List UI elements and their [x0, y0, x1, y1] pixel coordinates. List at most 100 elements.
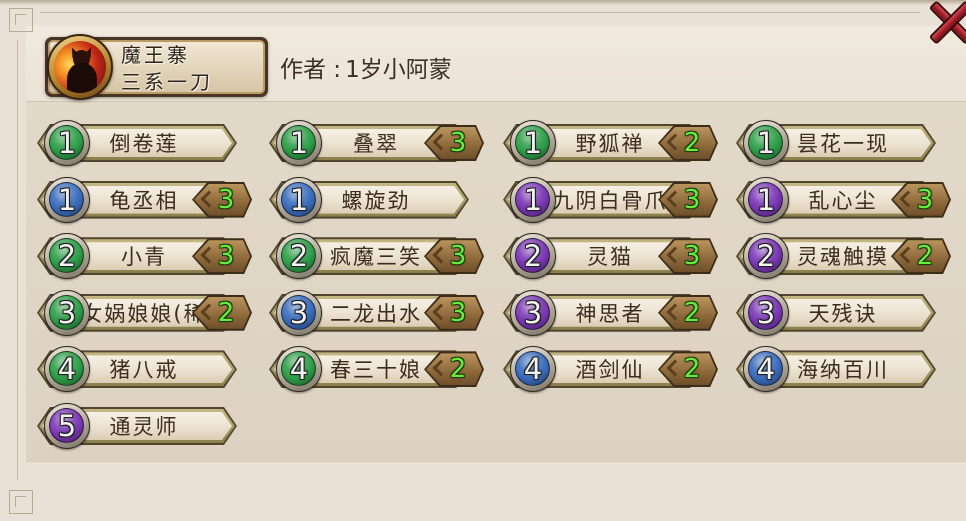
card-count: 3 — [683, 241, 701, 272]
corner-ornament-inner — [15, 14, 26, 25]
card-entry[interactable]: 龟丞相 1 3 — [35, 172, 255, 229]
card-entry[interactable]: 海纳百川 4 — [734, 341, 954, 398]
cost-gem: 2 — [44, 233, 90, 280]
card-name: 猪八戒 — [89, 350, 197, 388]
cost-gem: 1 — [510, 176, 556, 223]
author-label: 作者 : — [280, 57, 342, 83]
card-entry[interactable]: 小青 2 3 — [35, 228, 255, 285]
card-name: 酒剑仙 — [555, 350, 663, 388]
close-icon — [926, 0, 966, 46]
card-name-text: 酒剑仙 — [575, 358, 645, 383]
cost-gem: 4 — [44, 346, 90, 393]
card-entry[interactable]: 酒剑仙 4 2 — [501, 341, 721, 398]
card-entry[interactable]: 灵猫 2 3 — [501, 228, 721, 285]
card-count: 2 — [683, 128, 701, 158]
card-name-text: 猪八戒 — [109, 358, 179, 383]
cost-gem: 5 — [44, 402, 90, 449]
card-entry[interactable]: 野狐禅 1 2 — [501, 115, 721, 172]
cost-value: 2 — [57, 239, 77, 274]
cost-gem: 3 — [743, 289, 789, 336]
card-name: 倒卷莲 — [89, 124, 197, 162]
card-name: 春三十娘 — [321, 350, 429, 388]
card-name: 九阴白骨爪 — [553, 181, 666, 219]
card-entry[interactable]: 乱心尘 1 3 — [734, 172, 954, 229]
card-name-text: 螺旋劲 — [341, 188, 411, 213]
cost-value: 5 — [57, 408, 77, 443]
card-name: 小青 — [89, 237, 197, 275]
close-button[interactable] — [926, 0, 966, 46]
card-entry[interactable]: 女娲娘娘(稀 3 2 — [35, 285, 255, 342]
cost-gem: 3 — [44, 289, 90, 336]
card-name-text: 野狐禅 — [575, 132, 645, 156]
corner-ornament-inner — [15, 496, 26, 507]
card-count: 3 — [449, 128, 467, 158]
cost-gem: 1 — [44, 176, 90, 223]
cost-value: 3 — [57, 295, 77, 330]
window-top-edge — [0, 0, 966, 5]
card-count: 2 — [683, 297, 701, 328]
card-name: 昙花一现 — [788, 124, 896, 162]
cost-value: 1 — [756, 126, 776, 160]
card-name-text: 乱心尘 — [808, 188, 878, 213]
card-name-text: 通灵师 — [109, 414, 179, 439]
card-entry[interactable]: 天残诀 3 — [734, 285, 954, 342]
card-name: 叠翠 — [321, 124, 429, 162]
cost-gem: 1 — [743, 120, 789, 166]
cost-value: 1 — [756, 182, 776, 217]
card-entry[interactable]: 神思者 3 2 — [501, 285, 721, 342]
card-entry[interactable]: 疯魔三笑 2 3 — [267, 228, 487, 285]
cost-value: 1 — [289, 126, 309, 160]
card-count: 3 — [217, 241, 235, 272]
author-line: 作者 : 1岁小阿蒙 — [280, 51, 452, 83]
cost-gem: 3 — [510, 289, 556, 336]
hero-portrait — [47, 34, 113, 100]
card-name-text: 龟丞相 — [109, 188, 179, 213]
card-name-text: 女娲娘娘(稀 — [81, 301, 207, 326]
card-count: 2 — [449, 354, 467, 385]
frame-line-top — [40, 12, 920, 13]
card-count: 2 — [683, 354, 701, 385]
card-entry[interactable]: 通灵师 5 — [35, 398, 255, 455]
author-name: 1岁小阿蒙 — [345, 57, 452, 83]
card-entry[interactable]: 螺旋劲 1 — [267, 172, 487, 229]
cost-value: 4 — [289, 352, 309, 387]
card-count: 3 — [217, 184, 235, 215]
card-name: 灵猫 — [555, 237, 663, 275]
cost-value: 1 — [523, 126, 543, 160]
card-name-text: 昙花一现 — [797, 132, 889, 156]
card-name: 海纳百川 — [788, 350, 896, 388]
frame-line-left — [17, 40, 18, 480]
card-name-text: 倒卷莲 — [109, 132, 179, 156]
deck-detail-window: 魔王寨 三系一刀 作者 : 1岁小阿蒙 倒卷莲 1 叠翠 1 3 野狐禅 1 2 昙花一现 1 龟丞… — [0, 0, 966, 521]
cost-value: 4 — [756, 352, 776, 387]
cost-value: 3 — [289, 295, 309, 330]
cost-gem: 2 — [743, 233, 789, 280]
card-name-text: 春三十娘 — [330, 358, 422, 383]
card-entry[interactable]: 九阴白骨爪 1 3 — [501, 172, 721, 229]
card-name: 二龙出水 — [321, 294, 429, 332]
card-name: 乱心尘 — [788, 181, 896, 219]
card-entry[interactable]: 猪八戒 4 — [35, 341, 255, 398]
card-name-text: 疯魔三笑 — [330, 245, 422, 270]
card-name-text: 神思者 — [575, 301, 645, 326]
card-count: 2 — [916, 241, 934, 272]
card-entry[interactable]: 倒卷莲 1 — [35, 115, 255, 172]
card-entry[interactable]: 二龙出水 3 3 — [267, 285, 487, 342]
card-name: 灵魂触摸 — [788, 237, 896, 275]
card-count: 3 — [449, 241, 467, 272]
card-name-text: 小青 — [121, 245, 167, 270]
corner-ornament-bottom-left — [9, 490, 33, 514]
cost-value: 3 — [756, 295, 776, 330]
card-entry[interactable]: 春三十娘 4 2 — [267, 341, 487, 398]
deck-subtitle: 三系一刀 — [121, 70, 213, 94]
cost-gem: 3 — [276, 289, 322, 336]
card-entry[interactable]: 昙花一现 1 — [734, 115, 954, 172]
card-count: 3 — [683, 184, 701, 215]
cost-value: 1 — [57, 126, 77, 160]
card-entry[interactable]: 灵魂触摸 2 2 — [734, 228, 954, 285]
card-name-text: 二龙出水 — [330, 301, 422, 326]
card-entry[interactable]: 叠翠 1 3 — [267, 115, 487, 172]
cost-value: 1 — [57, 182, 77, 217]
cost-value: 4 — [57, 352, 77, 387]
cost-value: 3 — [523, 295, 543, 330]
